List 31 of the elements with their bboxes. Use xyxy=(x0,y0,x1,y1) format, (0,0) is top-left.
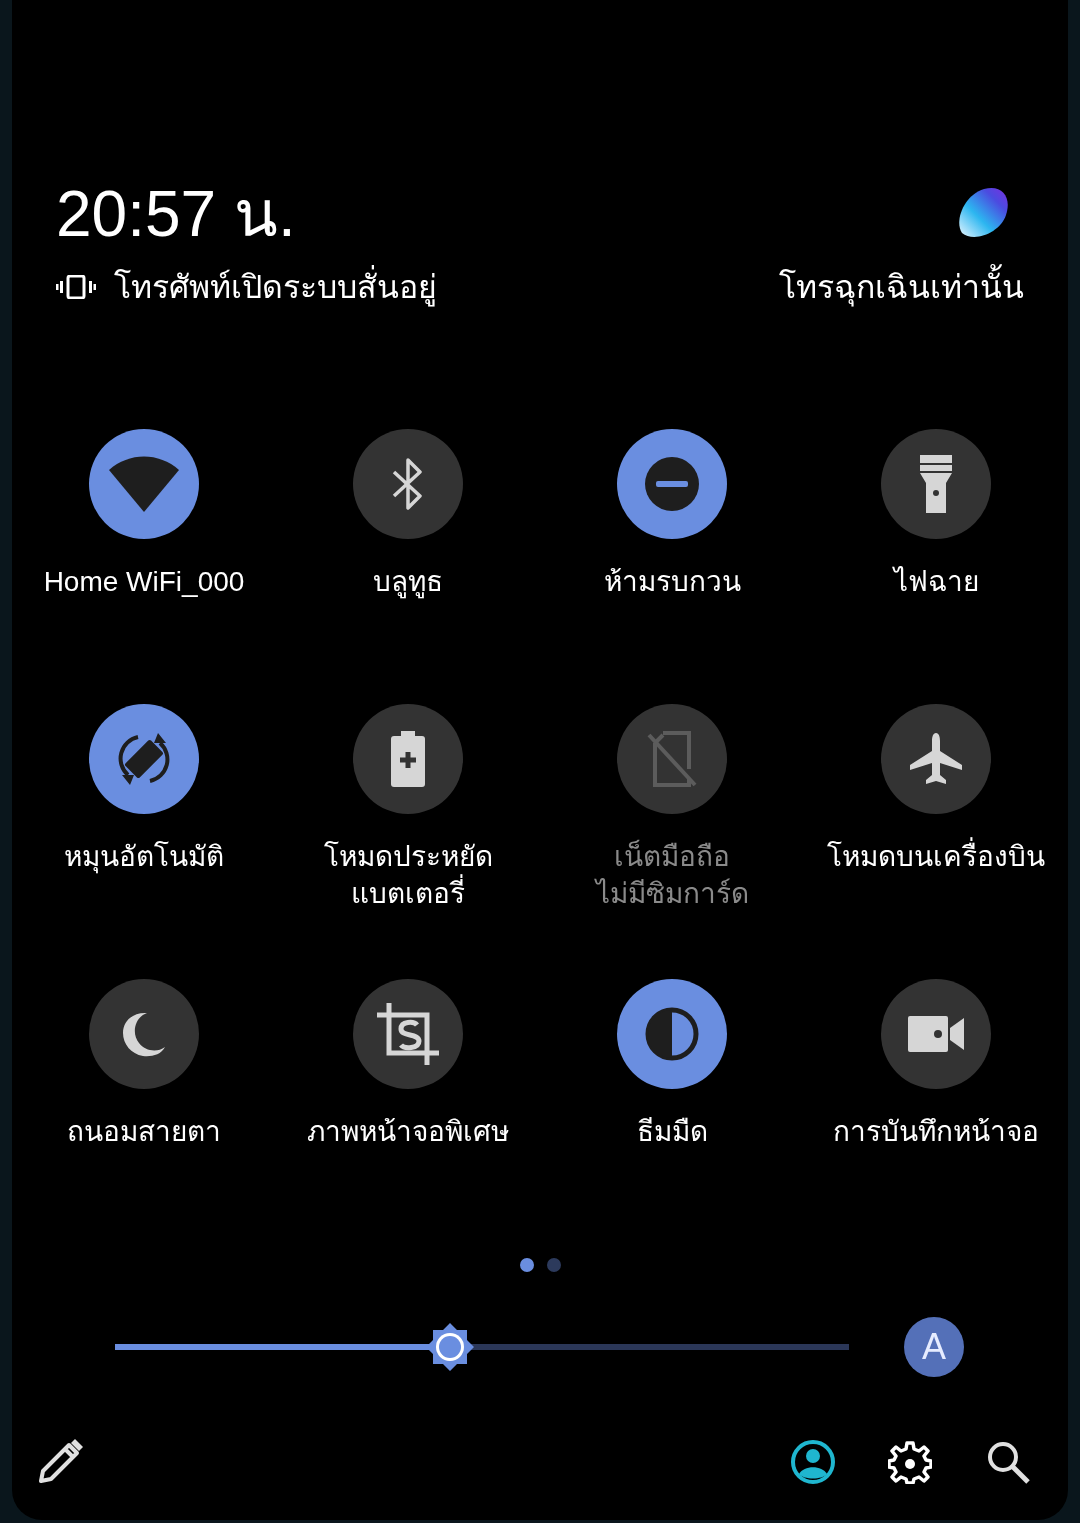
airplane-icon xyxy=(908,731,964,787)
toggle-label: Home WiFi_000 xyxy=(43,565,245,599)
vibrate-icon xyxy=(56,275,96,299)
moon-icon xyxy=(121,1011,167,1057)
toggle-label: เน็ตมือถือ ไม่มีซิมการ์ด xyxy=(595,838,749,911)
auto-brightness-button[interactable]: A xyxy=(904,1317,964,1377)
brightness-slider[interactable] xyxy=(115,1323,849,1371)
toggle-label: ถนอมสายตา xyxy=(67,1115,221,1149)
battery-icon xyxy=(391,731,425,787)
toggle-label: ภาพหน้าจอพิเศษ xyxy=(307,1115,509,1149)
toggle-label: บลูทูธ xyxy=(373,565,443,600)
ringer-status: โทรศัพท์เปิดระบบสั่นอยู่ xyxy=(114,267,437,307)
toggle-label: การบันทึกหน้าจอ xyxy=(833,1115,1039,1149)
search-icon[interactable] xyxy=(986,1440,1030,1484)
toggle-label: ห้ามรบกวน xyxy=(603,565,741,599)
minus-circle-icon xyxy=(644,456,700,512)
edit-icon[interactable] xyxy=(37,1439,83,1485)
contrast-icon xyxy=(644,1006,700,1062)
toggle-label: ไฟฉาย xyxy=(893,565,979,599)
toggle-label: ธีมมืด xyxy=(636,1115,708,1149)
flashlight-icon xyxy=(920,455,952,513)
wifi-icon xyxy=(109,456,179,512)
toggle-label: โหมดบนเครื่องบิน xyxy=(827,838,1045,875)
video-camera-icon xyxy=(908,1016,964,1052)
user-account-icon[interactable] xyxy=(790,1439,836,1485)
toggle-label: หมุนอัตโนมัติ xyxy=(64,840,224,875)
settings-icon[interactable] xyxy=(888,1440,932,1484)
sim-card-off-icon xyxy=(645,729,699,789)
crop-icon xyxy=(377,1003,439,1065)
toggle-label: โหมดประหยัด แบตเตอรี่ xyxy=(323,840,493,911)
clock-time: 20:57 น. xyxy=(56,178,296,250)
